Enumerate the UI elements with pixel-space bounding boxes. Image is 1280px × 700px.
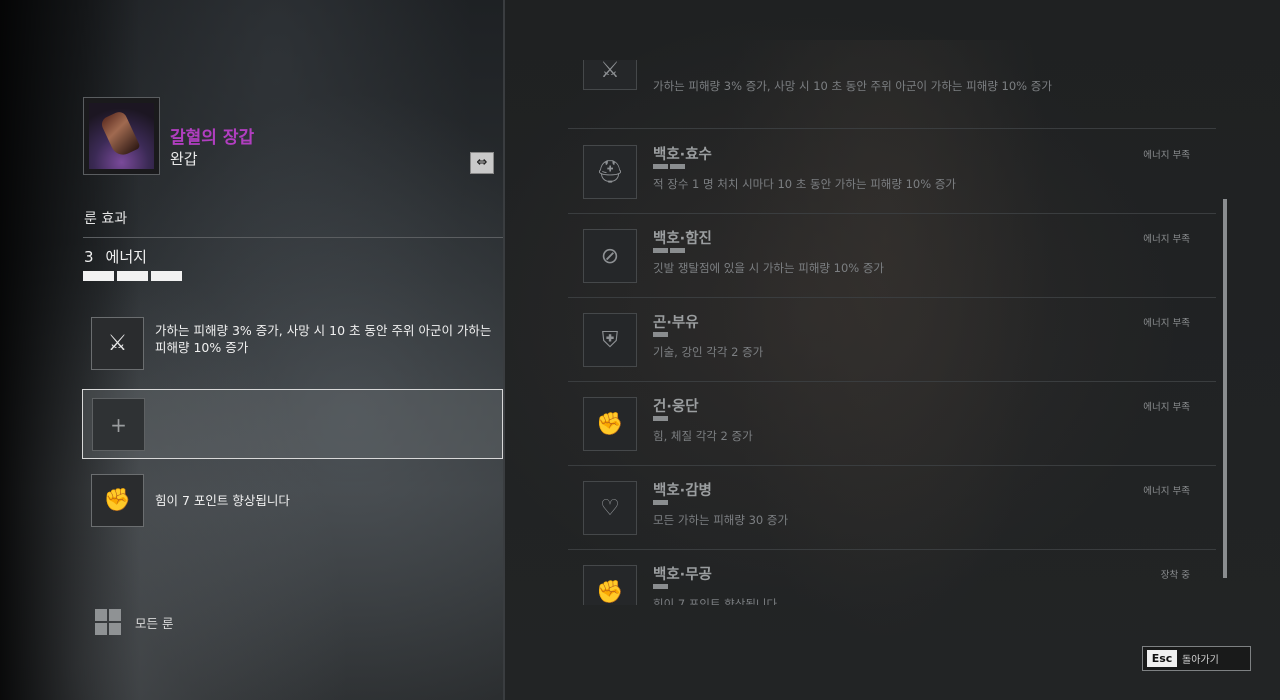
rune-list-item[interactable]: ⊘ 백호·함진 깃발 쟁탈점에 있을 시 가하는 피해량 10% 증가 에너지 … [568,214,1216,298]
helmet-up-icon: ⛑ [583,145,637,199]
rune-status: 장착 중 [1160,570,1190,581]
energy-label: 에너지 [105,248,147,266]
circle-sword-icon: ⊘ [583,229,637,283]
all-runes-button[interactable]: 모든 룬 [95,609,173,635]
back-button[interactable]: Esc 돌아가기 [1142,646,1251,671]
rune-name: 백호·무공 [653,567,712,583]
grid-icon [95,609,121,635]
rune-list-item[interactable]: ⛨ 곤·부유 기술, 강인 각각 2 증가 에너지 부족 [568,298,1216,382]
rune-cost-bars [653,332,668,337]
rune-name: 백호·함진 [653,231,712,247]
rune-list[interactable]: ⚔ 가하는 피해량 3% 증가, 사망 시 10 초 동안 주위 아군이 가하는… [568,60,1218,605]
rune-desc: 힘, 체질 각각 2 증가 [653,429,753,443]
crossed-swords-icon: ⚔ [583,60,637,90]
rune-list-item[interactable]: ✊ 건·웅단 힘, 체질 각각 2 증가 에너지 부족 [568,382,1216,466]
rune-slot-3[interactable]: ✊ 힘이 7 포인트 향상됩니다 [82,466,503,536]
energy-bars [83,271,182,281]
rune-status: 에너지 부족 [1143,234,1190,245]
rune-name: 건·웅단 [653,399,699,415]
item-type: 완갑 [170,150,198,168]
energy-bar [117,271,148,281]
list-scrollbar[interactable] [1223,199,1227,578]
rune-cost-bars [653,584,668,589]
energy-bar [83,271,114,281]
shield-hand-icon: ⛨ [583,313,637,367]
rune-desc: 모든 가하는 피해량 30 증가 [653,513,789,527]
rune-cost-bars [653,500,668,505]
item-name: 갈혈의 장갑 [170,128,255,148]
rune-list-item[interactable]: ✊ 백호·무공 힘이 7 포인트 향상됩니다 장착 중 [568,550,1216,605]
plus-icon: + [92,398,145,451]
rune-effect-title: 룬 효과 [84,211,128,227]
rune-slot-text: 가하는 피해량 3% 증가, 사망 시 10 초 동안 주위 아군이 가하는 피… [155,323,492,355]
back-label: 돌아가기 [1182,655,1219,666]
all-runes-label: 모든 룬 [135,615,174,631]
rune-slot-1[interactable]: ⚔ 가하는 피해량 3% 증가, 사망 시 10 초 동안 주위 아군이 가하는… [82,309,503,379]
rune-cost-bars [653,164,685,169]
rune-slot-text: 힘이 7 포인트 향상됩니다 [155,493,290,508]
rune-status: 에너지 부족 [1143,150,1190,161]
strongman-icon: ✊ [583,397,637,451]
item-thumbnail[interactable] [83,97,160,175]
rune-desc: 깃발 쟁탈점에 있을 시 가하는 피해량 10% 증가 [653,261,885,275]
section-divider [83,237,503,238]
swap-button[interactable]: ⇔ [470,152,494,174]
rune-list-item[interactable]: ♡ 백호·감병 모든 가하는 피해량 30 증가 에너지 부족 [568,466,1216,550]
rune-desc: 기술, 강인 각각 2 증가 [653,345,764,359]
rune-name: 곤·부유 [653,315,699,331]
crossed-swords-up-icon: ⚔ [91,317,144,370]
rune-desc: 가하는 피해량 3% 증가, 사망 시 10 초 동안 주위 아군이 가하는 피… [653,79,1052,93]
rune-status: 에너지 부족 [1143,318,1190,329]
fist-icon: ✊ [583,565,637,605]
energy-value: 3 [84,248,94,266]
rune-desc: 적 장수 1 명 처치 시마다 10 초 동안 가하는 피해량 10% 증가 [653,177,956,191]
glove-icon [99,109,141,159]
swap-arrows-icon: ⇔ [476,155,488,170]
fist-icon: ✊ [91,474,144,527]
rune-list-item[interactable]: ⛑ 백호·효수 적 장수 1 명 처치 시마다 10 초 동안 가하는 피해량 … [568,130,1216,214]
glove-image [89,103,154,169]
rune-cost-bars [653,248,685,253]
energy-bar [151,271,182,281]
rune-list-item[interactable]: ⚔ 가하는 피해량 3% 증가, 사망 시 10 초 동안 주위 아군이 가하는… [568,60,1216,129]
rune-name: 백호·감병 [653,483,712,499]
rune-cost-bars [653,416,668,421]
esc-key: Esc [1147,650,1177,667]
heart-sword-icon: ♡ [583,481,637,535]
rune-status: 에너지 부족 [1143,486,1190,497]
rune-desc: 힘이 7 포인트 향상됩니다 [653,597,778,605]
rune-slot-2[interactable]: + [82,389,503,459]
rune-name: 백호·효수 [653,147,712,163]
energy-indicator: 3 에너지 [84,246,147,267]
rune-status: 에너지 부족 [1143,402,1190,413]
